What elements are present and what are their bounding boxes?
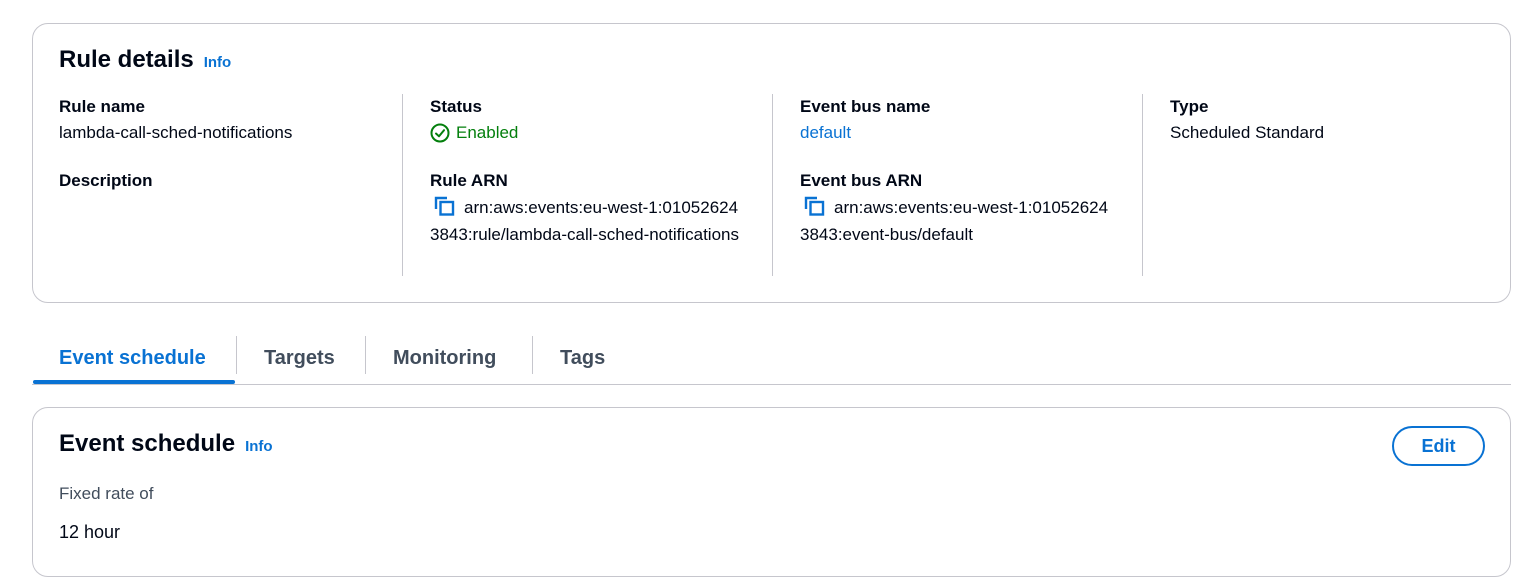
rule-details-card: Rule details Info Rule name lambda-call-… — [32, 23, 1511, 303]
rule-name-label: Rule name — [59, 97, 145, 116]
rule-details-header: Rule details Info — [59, 46, 231, 74]
status-text: Enabled — [456, 123, 519, 142]
tab-targets[interactable]: Targets — [264, 333, 335, 383]
rule-arn-label: Rule ARN — [430, 171, 508, 190]
description-label: Description — [59, 171, 153, 190]
details-column-status: Status Enabled Rule ARN arn:aws:events:e… — [402, 94, 772, 276]
rule-arn-block: arn:aws:events:eu-west-1:010526243843:ru… — [430, 194, 746, 248]
type-value: Scheduled Standard — [1170, 123, 1325, 142]
tab-label: Targets — [264, 346, 335, 369]
copy-icon[interactable] — [434, 196, 456, 216]
tab-divider — [236, 336, 237, 374]
tab-tags[interactable]: Tags — [560, 333, 605, 383]
copy-icon[interactable] — [804, 196, 826, 216]
event-bus-arn-value: arn:aws:events:eu-west-1:010526243843:ev… — [800, 198, 1109, 244]
tab-label: Monitoring — [393, 346, 497, 369]
rule-name-value: lambda-call-sched-notifications — [59, 123, 293, 142]
event-schedule-header: Event schedule Info — [59, 430, 273, 458]
event-bus-arn-block: arn:aws:events:eu-west-1:010526243843:ev… — [800, 194, 1116, 248]
edit-button[interactable]: Edit — [1392, 426, 1485, 466]
status-label: Status — [430, 97, 482, 116]
details-column-rule-name: Rule name lambda-call-sched-notification… — [59, 94, 399, 276]
tab-label: Event schedule — [59, 346, 206, 369]
fixed-rate-label: Fixed rate of — [59, 484, 154, 503]
event-bus-arn-label: Event bus ARN — [800, 171, 923, 190]
details-column-event-bus: Event bus name default Event bus ARN arn… — [772, 94, 1142, 276]
tab-divider — [532, 336, 533, 374]
top-action-buttons — [0, 0, 1519, 2]
tab-label: Tags — [560, 346, 606, 369]
rule-arn-value: arn:aws:events:eu-west-1:010526243843:ru… — [430, 198, 739, 244]
tab-divider — [365, 336, 366, 374]
event-bus-name-label: Event bus name — [800, 97, 931, 116]
details-column-type: Type Scheduled Standard — [1142, 94, 1482, 276]
active-tab-indicator — [33, 380, 235, 384]
event-schedule-card: Event schedule Info Edit Fixed rate of 1… — [32, 407, 1511, 577]
check-circle-icon — [430, 123, 450, 143]
rule-details-title: Rule details — [59, 46, 194, 73]
rule-details-info-link[interactable]: Info — [204, 54, 232, 71]
event-schedule-title: Event schedule — [59, 430, 236, 457]
fixed-rate-value: 12 hour — [59, 522, 121, 542]
event-schedule-info-link[interactable]: Info — [245, 438, 273, 455]
tab-event-schedule[interactable]: Event schedule — [59, 333, 206, 383]
status-value: Enabled — [430, 120, 772, 146]
event-bus-name-link[interactable]: default — [800, 120, 1142, 146]
tab-monitoring[interactable]: Monitoring — [393, 333, 496, 383]
type-label: Type — [1170, 97, 1209, 116]
tab-bar: Event schedule Targets Monitoring Tags — [32, 333, 1511, 385]
